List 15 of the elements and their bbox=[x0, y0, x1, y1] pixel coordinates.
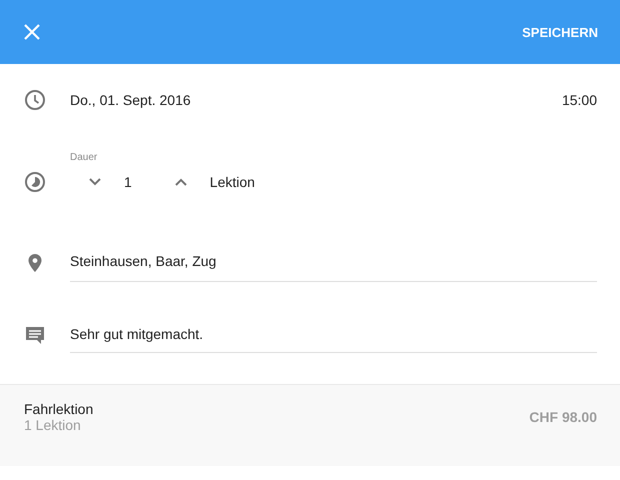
lesson-title: Fahrlektion bbox=[24, 401, 94, 417]
price-text: CHF 98.00 bbox=[529, 409, 597, 425]
time-text[interactable]: 15:00 bbox=[562, 92, 597, 108]
chevron-up-icon bbox=[174, 177, 188, 187]
location-field[interactable]: Steinhausen, Baar, Zug bbox=[70, 243, 597, 282]
close-icon bbox=[24, 24, 40, 40]
note-field[interactable]: Sehr gut mitgemacht. bbox=[70, 316, 597, 353]
chevron-down-icon bbox=[88, 177, 102, 187]
duration-unit: Lektion bbox=[210, 174, 255, 190]
date-text[interactable]: Do., 01. Sept. 2016 bbox=[70, 92, 562, 108]
clock-icon bbox=[24, 89, 46, 111]
duration-value: 1 bbox=[124, 174, 132, 190]
lesson-count: 1 Lektion bbox=[24, 417, 82, 433]
duration-label: Dauer bbox=[70, 152, 98, 163]
timer-icon bbox=[24, 171, 46, 193]
